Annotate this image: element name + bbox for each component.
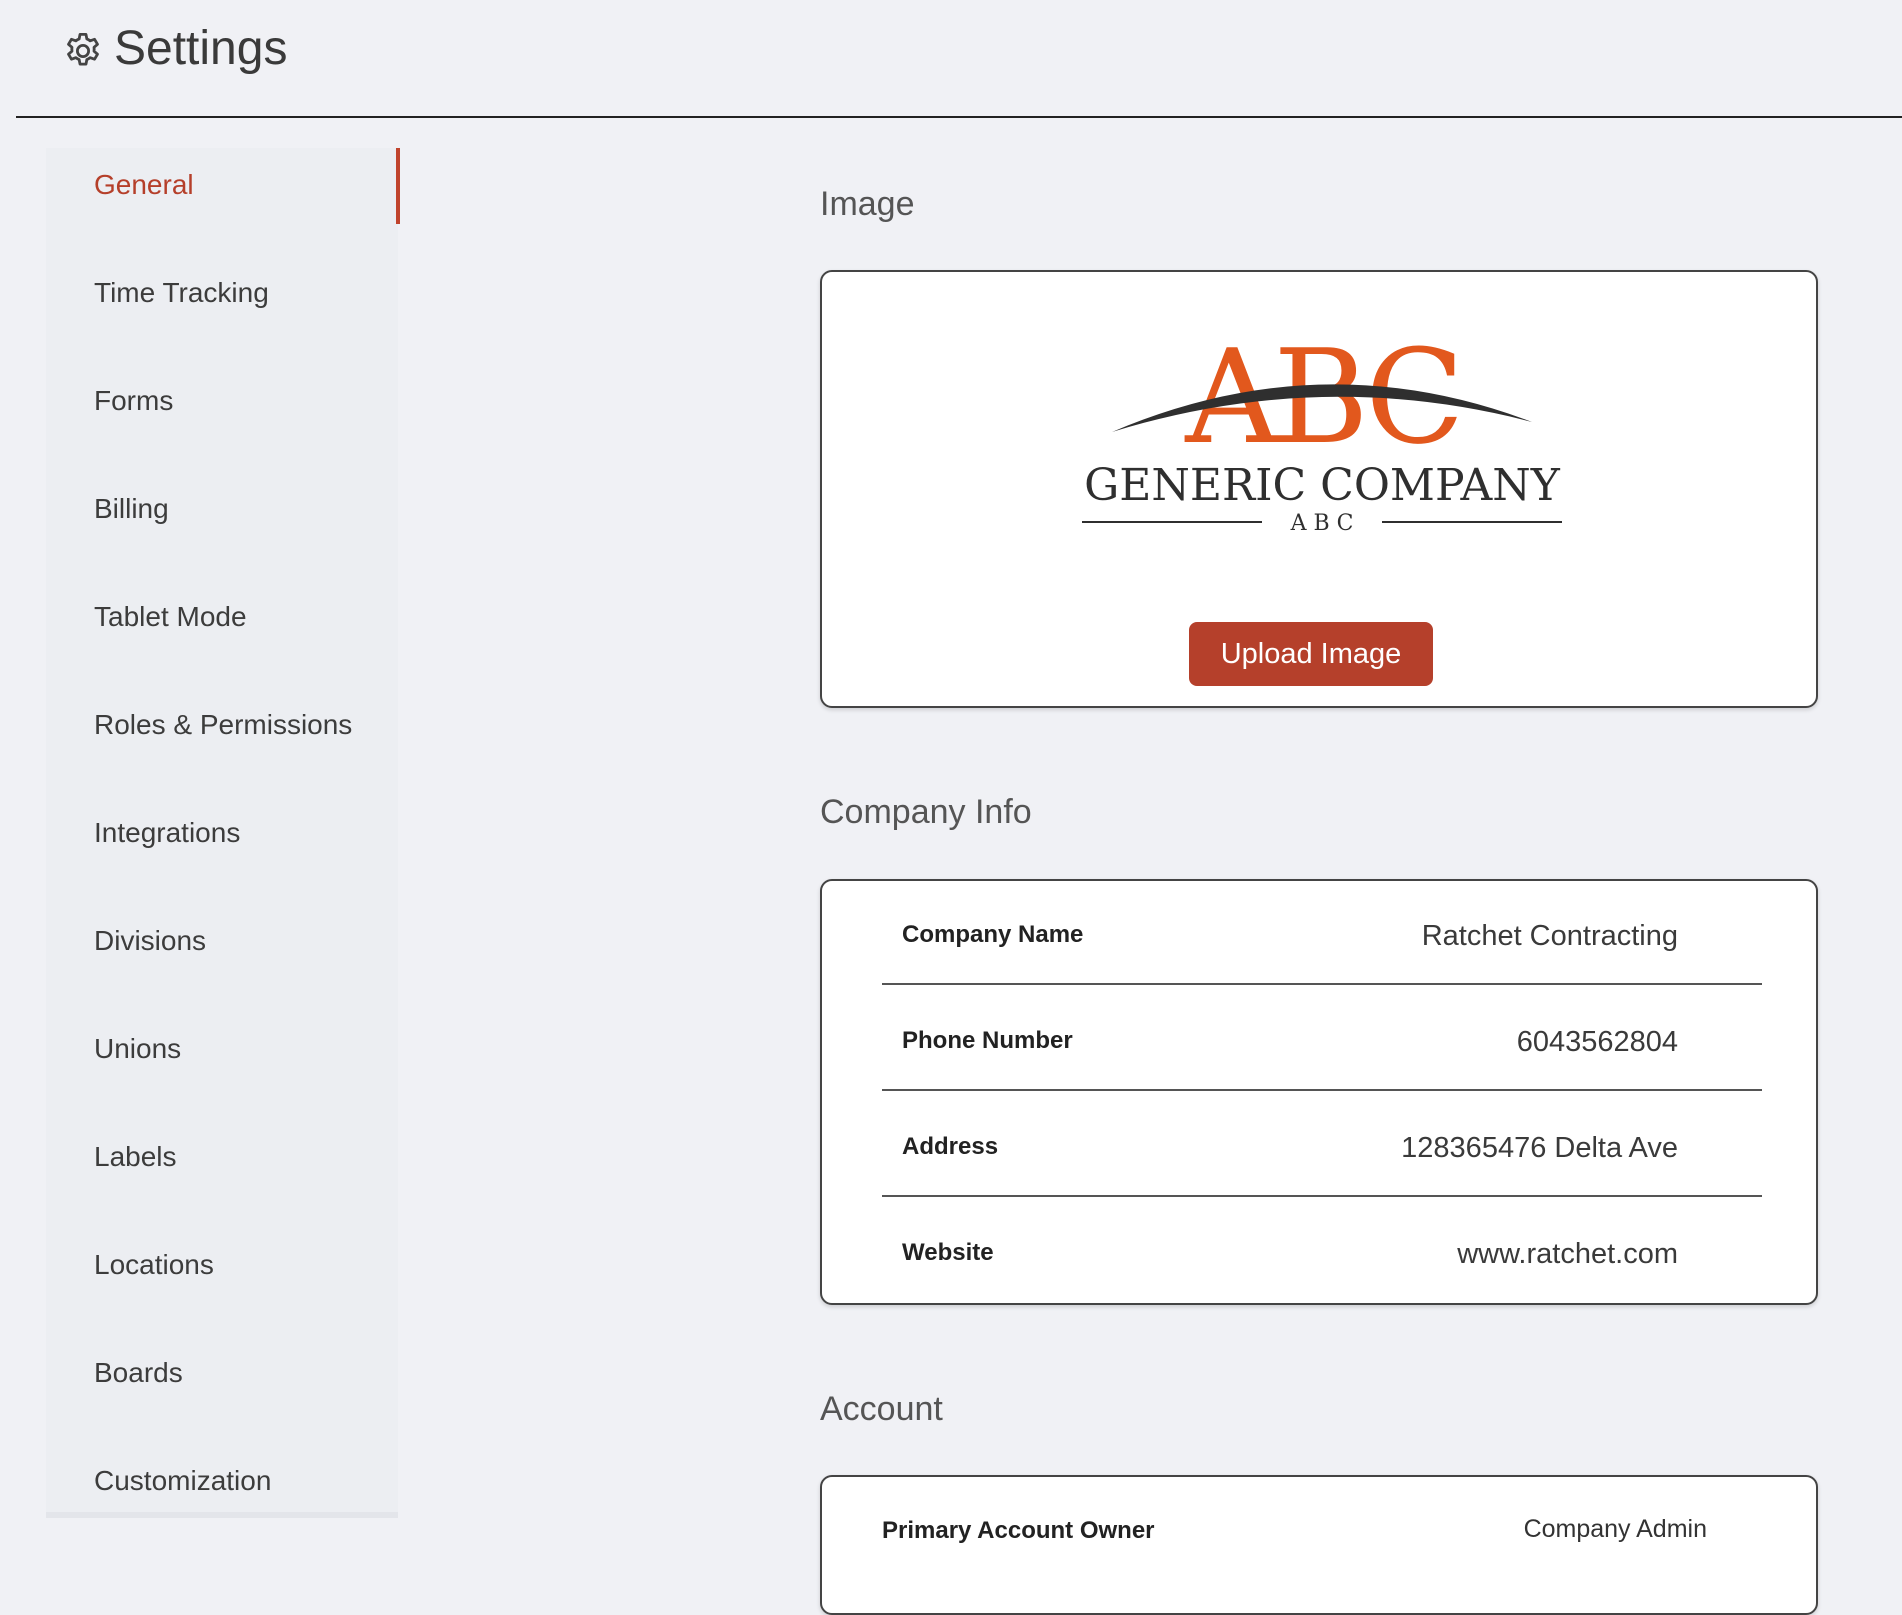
sidebar-item-general[interactable]: General [46,148,400,224]
info-row-label: Phone Number [902,1027,1073,1054]
sidebar-item-forms[interactable]: Forms [46,364,398,440]
info-row-phone-number: Phone Number 6043562804 [882,987,1762,1091]
sidebar-item-label: Billing [94,493,169,524]
sidebar-item-locations[interactable]: Locations [46,1228,398,1304]
sidebar-item-integrations[interactable]: Integrations [46,796,398,872]
svg-text:A B C: A B C [1290,511,1354,536]
row-divider [882,1195,1762,1197]
svg-text:GENERIC COMPANY: GENERIC COMPANY [1084,460,1561,511]
upload-image-button[interactable]: Upload Image [1189,622,1433,686]
sidebar-item-label: Customization [94,1465,272,1496]
sidebar-item-boards[interactable]: Boards [46,1336,398,1412]
sidebar-item-label: Roles & Permissions [94,709,353,740]
sidebar-item-labels[interactable]: Labels [46,1120,398,1196]
page-header: Settings [0,0,1902,118]
info-row-company-name: Company Name Ratchet Contracting [882,881,1762,985]
account-section-title: Account [820,1390,943,1428]
row-divider [882,1089,1762,1091]
company-info-section-title: Company Info [820,793,1032,831]
sidebar-item-label: Locations [94,1249,214,1280]
sidebar-item-label: Tablet Mode [94,601,247,632]
sidebar-item-label: Unions [94,1033,182,1064]
sidebar-item-unions[interactable]: Unions [46,1012,398,1088]
settings-sidebar: General Time Tracking Forms Billing Tabl… [46,148,400,1520]
sidebar-item-customization[interactable]: Customization [46,1444,398,1520]
info-row-value[interactable]: 128365476 Delta Ave [1401,1131,1678,1165]
page-title: Settings [114,22,288,75]
account-row-value[interactable]: Company Admin [1524,1515,1707,1544]
sidebar-item-label: Labels [94,1141,177,1172]
sidebar-item-divisions[interactable]: Divisions [46,904,398,980]
sidebar-item-label: General [94,169,194,200]
sidebar-item-label: Boards [94,1357,183,1388]
info-row-label: Company Name [902,921,1084,948]
gear-icon [67,32,99,66]
sidebar-item-tablet-mode[interactable]: Tablet Mode [46,580,398,656]
company-info-card: Company Name Ratchet Contracting Phone N… [820,879,1818,1305]
info-row-value[interactable]: www.ratchet.com [1457,1237,1678,1271]
sidebar-item-label: Integrations [94,817,241,848]
sidebar-item-time-tracking[interactable]: Time Tracking [46,256,398,332]
image-card: ABC GENERIC COMPANY A B C Upload Image [820,270,1818,708]
header-divider [16,116,1902,118]
account-card: Primary Account Owner Company Admin [820,1475,1818,1615]
row-divider [882,983,1762,985]
account-row-primary-owner: Primary Account Owner Company Admin [882,1513,1762,1553]
info-row-address: Address 128365476 Delta Ave [882,1093,1762,1197]
sidebar-item-roles-permissions[interactable]: Roles & Permissions [46,688,398,764]
account-row-label: Primary Account Owner [882,1517,1155,1544]
sidebar-item-label: Forms [94,385,174,416]
info-row-value[interactable]: Ratchet Contracting [1422,919,1678,953]
company-logo: ABC GENERIC COMPANY A B C [1082,322,1562,536]
sidebar-item-label: Time Tracking [94,277,269,308]
sidebar-item-label: Divisions [94,925,207,956]
info-row-value[interactable]: 6043562804 [1517,1025,1678,1059]
image-section-title: Image [820,185,915,223]
info-row-label: Website [902,1239,994,1266]
sidebar-item-billing[interactable]: Billing [46,472,398,548]
info-row-website: Website www.ratchet.com [882,1199,1762,1303]
info-row-label: Address [902,1133,999,1160]
